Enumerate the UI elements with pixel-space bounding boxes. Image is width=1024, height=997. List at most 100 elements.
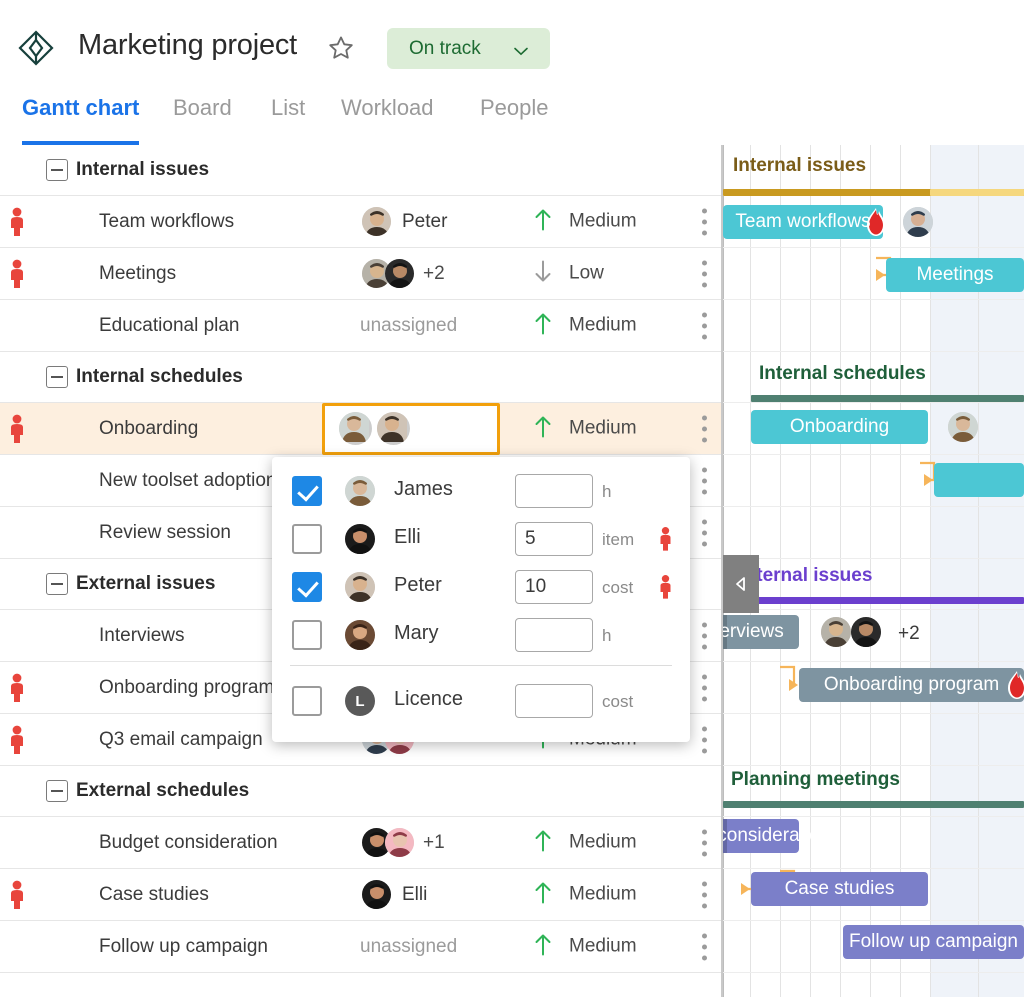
gantt-task-bar[interactable]: Follow up campaign bbox=[843, 925, 1024, 959]
tab-people[interactable]: People bbox=[480, 88, 549, 145]
priority-cell[interactable]: Medium bbox=[533, 311, 637, 340]
row-menu-icon[interactable] bbox=[702, 881, 707, 908]
assignee-cell[interactable] bbox=[322, 403, 500, 455]
gantt-collapse-handle[interactable] bbox=[723, 555, 759, 613]
avatar bbox=[339, 412, 372, 445]
assignee-cell[interactable]: unassigned bbox=[325, 921, 505, 972]
gantt-bar-label: Interviews bbox=[723, 621, 784, 643]
arrow-up-icon bbox=[533, 311, 553, 340]
resource-checkbox[interactable] bbox=[292, 524, 322, 554]
dropdown-item[interactable]: James h bbox=[272, 467, 690, 515]
group-row[interactable]: External schedules bbox=[0, 766, 721, 817]
tab-board[interactable]: Board bbox=[173, 88, 232, 145]
gantt-task-bar[interactable]: Onboarding bbox=[751, 410, 928, 444]
gantt-task-bar[interactable]: Case studies bbox=[751, 872, 928, 906]
dropdown-item[interactable]: LLicencecost bbox=[272, 677, 690, 725]
star-icon[interactable] bbox=[327, 34, 355, 62]
gantt-task-bar[interactable]: Budget consideration bbox=[723, 819, 799, 853]
table-row[interactable]: OnboardingMedium bbox=[0, 403, 721, 455]
resource-amount-input[interactable] bbox=[515, 474, 593, 508]
resource-unit-label: h bbox=[602, 482, 611, 502]
group-row[interactable]: Internal schedules bbox=[0, 352, 721, 403]
arrow-down-icon bbox=[533, 259, 553, 288]
priority-cell[interactable]: Low bbox=[533, 259, 604, 288]
status-badge[interactable]: On track bbox=[387, 28, 550, 69]
dropdown-item[interactable]: Maryh bbox=[272, 611, 690, 659]
row-menu-icon[interactable] bbox=[702, 933, 707, 960]
gantt-task-bar[interactable]: Meetings bbox=[886, 258, 1024, 292]
row-menu-icon[interactable] bbox=[702, 829, 707, 856]
assignee-cell[interactable]: Elli bbox=[325, 869, 505, 920]
avatar bbox=[948, 412, 978, 442]
priority-cell[interactable]: Medium bbox=[533, 880, 637, 909]
priority-cell[interactable]: Medium bbox=[533, 932, 637, 961]
resource-checkbox[interactable] bbox=[292, 476, 322, 506]
row-menu-icon[interactable] bbox=[702, 467, 707, 494]
row-menu-icon[interactable] bbox=[702, 674, 707, 701]
table-row[interactable]: Meetings+2Low bbox=[0, 248, 721, 300]
avatar bbox=[377, 412, 410, 445]
priority-cell[interactable]: Medium bbox=[533, 828, 637, 857]
group-label: External issues bbox=[76, 573, 215, 595]
tab-workload[interactable]: Workload bbox=[341, 88, 434, 145]
avatar bbox=[385, 828, 414, 857]
dropdown-item[interactable]: Elliitem bbox=[272, 515, 690, 563]
table-row[interactable]: Budget consideration+1Medium bbox=[0, 817, 721, 869]
assignee-cell[interactable]: Peter bbox=[325, 196, 505, 247]
table-row[interactable]: Case studies Elli Medium bbox=[0, 869, 721, 921]
assignee-cell[interactable]: +1 bbox=[325, 817, 505, 868]
row-menu-icon[interactable] bbox=[702, 726, 707, 753]
row-menu-icon[interactable] bbox=[702, 312, 707, 339]
row-menu-icon[interactable] bbox=[702, 260, 707, 287]
overallocation-person-icon bbox=[8, 880, 26, 910]
overallocation-person-icon bbox=[8, 207, 26, 237]
avatar bbox=[345, 524, 375, 554]
resource-checkbox[interactable] bbox=[292, 620, 322, 650]
overallocation-person-icon bbox=[8, 725, 26, 755]
group-row[interactable]: Internal issues bbox=[0, 145, 721, 196]
resource-name: James bbox=[394, 478, 453, 501]
gantt-assignee-overflow-count: +2 bbox=[898, 623, 920, 645]
resource-checkbox[interactable] bbox=[292, 686, 322, 716]
assignee-unassigned-label: unassigned bbox=[360, 936, 457, 958]
resource-checkbox[interactable] bbox=[292, 572, 322, 602]
collapse-minus-icon[interactable] bbox=[46, 573, 68, 595]
collapse-minus-icon[interactable] bbox=[46, 159, 68, 181]
row-menu-icon[interactable] bbox=[702, 415, 707, 442]
row-menu-icon[interactable] bbox=[702, 208, 707, 235]
arrow-up-icon bbox=[533, 880, 553, 909]
avatar bbox=[345, 620, 375, 650]
table-row[interactable]: Team workflowsPeterMedium bbox=[0, 196, 721, 248]
collapse-minus-icon[interactable] bbox=[46, 780, 68, 802]
collapse-minus-icon[interactable] bbox=[46, 366, 68, 388]
table-row[interactable]: Follow up campaignunassignedMedium bbox=[0, 921, 721, 973]
gantt-task-bar[interactable]: Team workflows bbox=[723, 205, 883, 239]
gantt-bar-label: Onboarding program bbox=[824, 674, 999, 696]
assignee-cell[interactable]: +2 bbox=[325, 248, 505, 299]
row-menu-icon[interactable] bbox=[702, 622, 707, 649]
assignee-cell[interactable]: unassigned bbox=[325, 300, 505, 351]
avatar bbox=[385, 259, 414, 288]
gantt-task-bar[interactable]: Interviews bbox=[723, 615, 799, 649]
task-name: Q3 email campaign bbox=[99, 729, 263, 751]
priority-label: Low bbox=[569, 263, 604, 285]
resource-amount-input[interactable] bbox=[515, 618, 593, 652]
gantt-bar-label: Case studies bbox=[785, 878, 895, 900]
assignee-overflow-count: +2 bbox=[423, 263, 445, 285]
tab-gantt-chart[interactable]: Gantt chart bbox=[22, 88, 139, 145]
resource-amount-input[interactable] bbox=[515, 570, 593, 604]
gantt-task-bar[interactable]: Onboarding program bbox=[799, 668, 1024, 702]
tab-list[interactable]: List bbox=[271, 88, 305, 145]
row-menu-icon[interactable] bbox=[702, 519, 707, 546]
priority-cell[interactable]: Medium bbox=[533, 414, 637, 443]
overdue-flame-icon bbox=[1004, 670, 1024, 700]
licence-initial: L bbox=[355, 693, 364, 710]
dropdown-item[interactable]: Petercost bbox=[272, 563, 690, 611]
gantt-task-bar[interactable] bbox=[934, 463, 1024, 497]
resource-amount-input[interactable] bbox=[515, 522, 593, 556]
task-name: Case studies bbox=[99, 884, 209, 906]
priority-cell[interactable]: Medium bbox=[533, 207, 637, 236]
assignee-dropdown[interactable]: James h ElliitemPetercostMaryh LLicencecost bbox=[272, 457, 690, 742]
table-row[interactable]: Educational planunassignedMedium bbox=[0, 300, 721, 352]
resource-amount-input[interactable] bbox=[515, 684, 593, 718]
